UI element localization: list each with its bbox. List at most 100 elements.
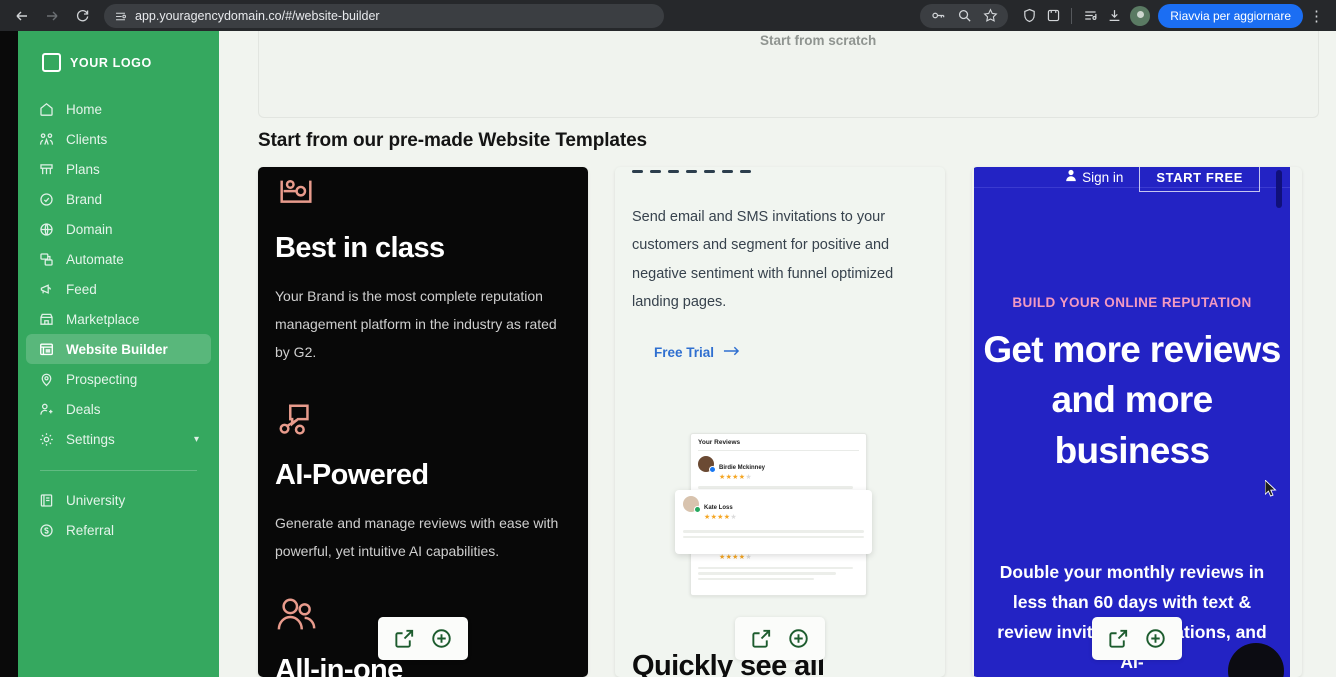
sidebar-item-plans[interactable]: Plans (26, 154, 211, 184)
reviewer-name: Birdie Mckinney (719, 465, 766, 471)
arrow-right-icon (723, 345, 740, 360)
sidebar-item-website-builder[interactable]: Website Builder (26, 334, 211, 364)
mouse-cursor (1264, 478, 1277, 498)
template-block: Best in class Your Brand is the most com… (275, 167, 571, 366)
address-bar[interactable]: app.youragencydomain.co/#/website-builde… (104, 3, 664, 28)
star-rating: ★★★★★ (719, 554, 752, 562)
sidebar-item-label: Home (66, 101, 103, 117)
chrome-right-actions: Riavvia per aggiornare ⋮ (920, 3, 1328, 28)
sidebar-item-label: Clients (66, 131, 108, 147)
deals-person-icon (38, 401, 55, 418)
template-body: Generate and manage reviews with ease wi… (275, 515, 559, 559)
plus-circle-icon[interactable] (1143, 626, 1168, 651)
card-hover-actions (735, 617, 825, 660)
logo-text: YOUR LOGO (70, 55, 152, 70)
automate-icon (38, 251, 55, 268)
sidebar-item-label: Plans (66, 161, 100, 177)
preview-eyebrow: BUILD YOUR ONLINE REPUTATION (1012, 295, 1252, 310)
card-hover-actions (1092, 617, 1182, 660)
sidebar-item-label: Website Builder (66, 341, 168, 357)
main-content: Start from scratch Start from our pre-ma… (219, 31, 1336, 677)
password-key-icon[interactable] (927, 5, 949, 27)
preview-scrollbar[interactable] (1276, 170, 1282, 208)
sidebar-item-label: Feed (66, 281, 97, 297)
external-link-icon[interactable] (392, 626, 417, 651)
template-heading: AI-Powered (275, 459, 429, 491)
template-body: Your Brand is the most complete reputati… (275, 288, 557, 360)
extensions-puzzle-icon[interactable] (1042, 5, 1064, 27)
sidebar-item-label: Settings (66, 431, 115, 447)
preview-header: Sign in START FREE (974, 167, 1290, 192)
avatar[interactable] (1130, 5, 1151, 26)
page-root: YOUR LOGO Home Clients Plans Brand Domai… (0, 31, 1336, 677)
sidebar-item-referral[interactable]: Referral (26, 515, 211, 545)
sidebar-item-brand[interactable]: Brand (26, 184, 211, 214)
toolbar-divider (1071, 7, 1073, 24)
template-preview: Sign in START FREE BUILD YOUR ONLINE REP… (974, 167, 1290, 677)
sidebar-item-deals[interactable]: Deals (26, 394, 211, 424)
site-settings-icon[interactable] (114, 10, 127, 22)
kebab-menu-icon[interactable]: ⋮ (1305, 7, 1328, 25)
external-link-icon[interactable] (749, 626, 774, 651)
sidebar-item-label: Referral (66, 522, 115, 538)
domain-globe-icon (38, 221, 55, 238)
gear-icon (38, 431, 55, 448)
sidebar-item-label: Brand (66, 191, 103, 207)
zoom-magnifier-icon[interactable] (953, 5, 975, 27)
reviews-widget-title: Your Reviews (698, 439, 741, 446)
sidebar-item-prospecting[interactable]: Prospecting (26, 364, 211, 394)
website-builder-icon (38, 341, 55, 358)
downloads-icon[interactable] (1103, 5, 1125, 27)
reading-list-icon[interactable] (1079, 5, 1101, 27)
restart-update-button[interactable]: Riavvia per aggiornare (1158, 3, 1303, 28)
template-card[interactable]: Sign in START FREE BUILD YOUR ONLINE REP… (972, 167, 1302, 677)
star-rating: ★★★★★ (704, 514, 737, 521)
sidebar: YOUR LOGO Home Clients Plans Brand Domai… (18, 31, 219, 677)
sidebar-item-settings[interactable]: Settings ▾ (26, 424, 211, 454)
review-row: Kate Loss ★★★★★ (683, 496, 864, 522)
sidebar-item-automate[interactable]: Automate (26, 244, 211, 274)
avatar (698, 456, 716, 473)
logo[interactable]: YOUR LOGO (18, 53, 219, 72)
free-trial-link[interactable]: Free Trial (654, 345, 740, 360)
template-body: Send email and SMS invitations to your c… (632, 209, 894, 311)
sign-in-button[interactable]: Sign in (1065, 169, 1123, 185)
clients-icon (38, 131, 55, 148)
plus-circle-icon[interactable] (429, 626, 454, 651)
sidebar-item-feed[interactable]: Feed (26, 274, 211, 304)
back-arrow-icon[interactable] (8, 2, 36, 30)
avatar (683, 496, 701, 513)
prospecting-pin-icon (38, 371, 55, 388)
review-row: Birdie Mckinney ★★★★★ (698, 456, 859, 482)
sidebar-item-label: Automate (66, 251, 124, 267)
sidebar-item-clients[interactable]: Clients (26, 124, 211, 154)
start-free-button[interactable]: START FREE (1139, 167, 1260, 192)
template-card[interactable]: Best in class Your Brand is the most com… (258, 167, 588, 677)
sidebar-item-university[interactable]: University (26, 485, 211, 515)
sign-in-label: Sign in (1082, 169, 1124, 185)
template-card[interactable]: Send email and SMS invitations to your c… (615, 167, 945, 677)
free-trial-label: Free Trial (654, 344, 715, 360)
sidebar-item-domain[interactable]: Domain (26, 214, 211, 244)
chat-node-icon (275, 400, 571, 447)
marketplace-store-icon (38, 311, 55, 328)
shield-privacy-icon[interactable] (1018, 5, 1040, 27)
reviewer-name: Kate Loss (704, 505, 733, 511)
page-title: Start from our pre-made Website Template… (258, 130, 648, 151)
sidebar-item-marketplace[interactable]: Marketplace (26, 304, 211, 334)
decorative-dashes (632, 170, 751, 173)
home-icon (38, 101, 55, 118)
logo-square-icon (42, 53, 61, 72)
bookmark-star-icon[interactable] (979, 5, 1001, 27)
external-link-icon[interactable] (1106, 626, 1131, 651)
reload-icon[interactable] (68, 2, 96, 30)
sidebar-item-home[interactable]: Home (26, 94, 211, 124)
sidebar-item-label: Deals (66, 401, 101, 417)
preview-heading: Get more reviews and more business (983, 329, 1281, 471)
forward-arrow-icon[interactable] (38, 2, 66, 30)
sidebar-item-label: University (66, 492, 126, 508)
start-from-scratch-panel[interactable]: Start from scratch (258, 31, 1319, 118)
chevron-down-icon[interactable]: ▾ (194, 434, 199, 445)
sidebar-divider (40, 470, 197, 471)
plus-circle-icon[interactable] (786, 626, 811, 651)
